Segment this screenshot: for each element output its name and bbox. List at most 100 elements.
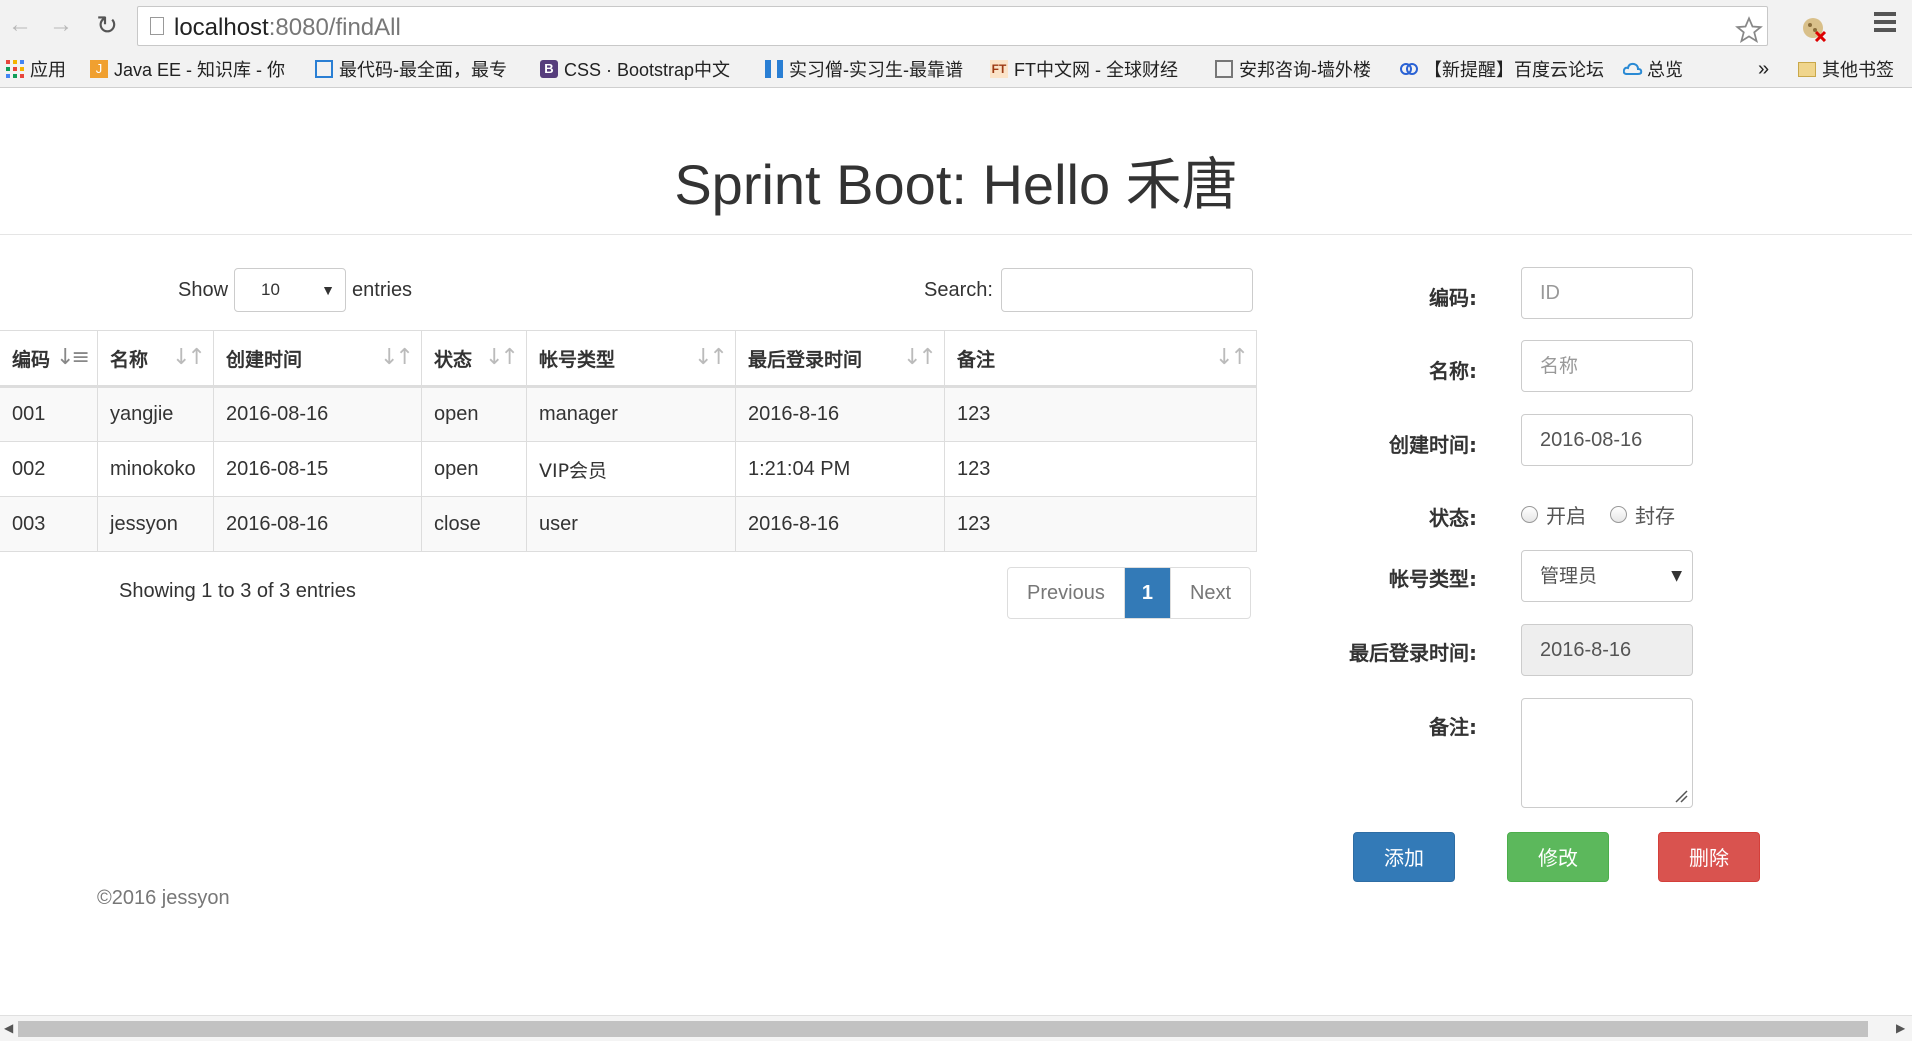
id-label: 编码: (1429, 286, 1477, 310)
status-open-label[interactable]: 开启 (1546, 500, 1586, 529)
table-row[interactable]: 001 yangjie 2016-08-16 open manager 2016… (0, 386, 1257, 442)
column-header-id[interactable]: 编码 ↓≡ (0, 330, 98, 388)
url-host: localhost (174, 14, 269, 41)
cell-created: 2016-08-15 (213, 441, 422, 497)
column-header-account-type[interactable]: 帐号类型 ↓↑ (526, 330, 736, 388)
ft-icon: FT (990, 60, 1008, 78)
page-icon (150, 17, 164, 35)
bootstrap-icon: B (540, 60, 558, 78)
resize-grip-icon[interactable] (1672, 787, 1688, 803)
column-header-label: 名称 (110, 348, 149, 371)
account-type-value: 管理员 (1540, 565, 1598, 587)
bookmark-bootstrap[interactable]: B CSS · Bootstrap中文 (540, 56, 745, 82)
bookmarks-bar: 应用 J Java EE - 知识库 - 你 最代码-最全面，最专 B CSS … (0, 50, 1912, 88)
url-path: :8080/findAll (268, 14, 401, 41)
sort-icon: ↓↑ (485, 345, 519, 370)
page-size-select[interactable]: 10 ▼ (234, 268, 347, 312)
bookmark-label: 实习僧-实习生-最靠谱 (789, 60, 963, 80)
column-header-status[interactable]: 状态 ↓↑ (421, 330, 527, 388)
created-label: 创建时间: (1389, 433, 1477, 457)
extension-icon[interactable] (1801, 16, 1827, 49)
scroll-left-icon[interactable]: ◀ (4, 1021, 13, 1035)
column-header-created[interactable]: 创建时间 ↓↑ (213, 330, 422, 388)
search-input[interactable] (1000, 268, 1253, 312)
chrome-menu-icon[interactable] (1874, 12, 1896, 36)
entries-label: entries (352, 278, 413, 301)
horizontal-scrollbar[interactable]: ◀ ▶ (0, 1015, 1912, 1041)
folder-icon (1798, 61, 1816, 77)
delete-button[interactable]: 删除 (1658, 832, 1760, 882)
star-bookmark-icon[interactable] (1735, 16, 1763, 51)
created-date-field[interactable]: 2016-08-16 (1521, 414, 1693, 466)
reload-icon[interactable]: ↻ (93, 11, 121, 39)
bookmark-anbang[interactable]: 安邦咨询-墙外楼 (1215, 56, 1385, 82)
cell-remark: 123 (944, 386, 1257, 442)
cell-account-type: manager (526, 386, 736, 442)
bookmark-javaee[interactable]: J Java EE - 知识库 - 你 (90, 56, 295, 82)
users-table: 编码 ↓≡ 名称 ↓↑ 创建时间 ↓↑ 状态 ↓↑ 帐号类型 ↓↑ 最后登录时间 ↓↑ 备注… (0, 330, 1257, 552)
cell-account-type: user (526, 496, 736, 552)
cell-last-login: 2016-8-16 (735, 496, 945, 552)
status-open-radio[interactable] (1521, 506, 1538, 523)
back-arrow-icon[interactable]: ← (6, 11, 34, 39)
column-header-name[interactable]: 名称 ↓↑ (97, 330, 214, 388)
browser-toolbar: ← → ↻ localhost:8080/findAll (0, 0, 1912, 50)
bookmark-label: CSS · Bootstrap中文 (564, 60, 731, 80)
forward-arrow-icon[interactable]: → (47, 11, 75, 39)
shixiseng-icon (765, 60, 783, 78)
previous-page-button[interactable]: Previous (1008, 568, 1125, 618)
address-bar[interactable]: localhost:8080/findAll (137, 6, 1827, 46)
cell-status: open (421, 386, 527, 442)
bookmark-baidu[interactable]: 【新提醒】百度云论坛 (1400, 56, 1605, 82)
apps-icon (6, 60, 24, 78)
table-row[interactable]: 002 minokoko 2016-08-15 open VIP会员 1:21:… (0, 441, 1257, 497)
address-url[interactable]: localhost:8080/findAll (174, 14, 401, 42)
bookmark-label: 最代码-最全面，最专 (339, 60, 507, 80)
cell-status: close (421, 496, 527, 552)
column-header-label: 最后登录时间 (748, 348, 863, 371)
overflow-chevron-icon: » (1758, 57, 1770, 80)
id-field[interactable]: ID (1521, 267, 1693, 319)
bookmark-other-folder[interactable]: 其他书签 (1798, 56, 1910, 82)
cell-id: 002 (0, 441, 98, 497)
cell-created: 2016-08-16 (213, 386, 422, 442)
pagination: Previous 1 Next (1007, 567, 1252, 619)
cell-remark: 123 (944, 496, 1257, 552)
remark-textarea[interactable] (1521, 698, 1693, 808)
footer-copyright: ©2016 jessyon (97, 887, 230, 909)
scroll-right-icon[interactable]: ▶ (1896, 1021, 1905, 1035)
table-row[interactable]: 003 jessyon 2016-08-16 close user 2016-8… (0, 496, 1257, 552)
cell-name: minokoko (97, 441, 214, 497)
account-type-select[interactable]: 管理员 ▼ (1521, 550, 1693, 602)
page-size-value: 10 (261, 280, 280, 299)
add-button[interactable]: 添加 (1353, 832, 1455, 882)
status-sealed-label[interactable]: 封存 (1635, 500, 1675, 529)
status-label: 状态: (1429, 506, 1477, 530)
baidu-icon (1400, 60, 1418, 78)
status-sealed-radio[interactable] (1610, 506, 1627, 523)
cell-created: 2016-08-16 (213, 496, 422, 552)
bookmark-apps[interactable]: 应用 (6, 56, 76, 82)
scrollbar-thumb[interactable] (18, 1021, 1868, 1037)
sort-ascending-icon: ↓≡ (56, 345, 90, 370)
bookmark-zuidaima[interactable]: 最代码-最全面，最专 (315, 56, 520, 82)
cell-status: open (421, 441, 527, 497)
sort-icon: ↓↑ (380, 345, 414, 370)
edit-button[interactable]: 修改 (1507, 832, 1609, 882)
column-header-label: 编码 (12, 348, 51, 371)
column-header-last-login[interactable]: 最后登录时间 ↓↑ (735, 330, 945, 388)
name-field[interactable]: 名称 (1521, 340, 1693, 392)
cell-account-type: VIP会员 (526, 441, 736, 497)
sort-icon: ↓↑ (903, 345, 937, 370)
column-header-remark[interactable]: 备注 ↓↑ (944, 330, 1257, 388)
page-1-button[interactable]: 1 (1124, 568, 1171, 618)
bookmark-label: 【新提醒】百度云论坛 (1424, 60, 1604, 80)
caret-down-icon: ▼ (321, 282, 336, 298)
table-search: Search: (924, 268, 1253, 312)
anbang-icon (1215, 60, 1233, 78)
bookmark-overview[interactable]: 总览 (1623, 56, 1713, 82)
bookmarks-overflow[interactable]: » (1758, 56, 1778, 82)
entries-length-control: Show 10 ▼ entries (178, 268, 412, 312)
bookmark-ft[interactable]: FT FT中文网 - 全球财经 (990, 56, 1195, 82)
bookmark-shixiseng[interactable]: 实习僧-实习生-最靠谱 (765, 56, 970, 82)
